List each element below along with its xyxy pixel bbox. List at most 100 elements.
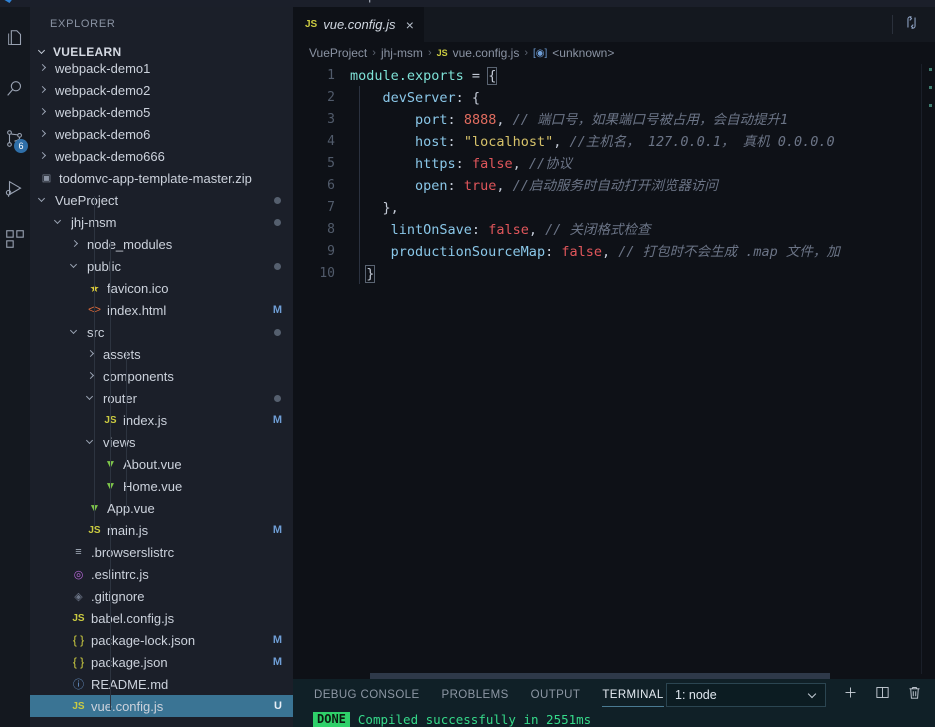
panel-tab-debug-console[interactable]: DEBUG CONSOLE <box>314 679 420 710</box>
tree-item-label: node_modules <box>87 236 173 252</box>
code-line-8[interactable]: 8 lintOnSave: false, // 关闭格式检查 <box>293 219 935 241</box>
chevron-right-icon[interactable] <box>86 369 99 384</box>
tree-item-label: .eslintrc.js <box>91 566 149 582</box>
code-line-4[interactable]: 4 host: "localhost", //主机名， 127.0.0.1， 真… <box>293 131 935 153</box>
tree-folder-webpack-demo6[interactable]: webpack-demo6 <box>30 123 293 145</box>
breadcrumb-item-file[interactable]: vue.config.js <box>453 46 520 60</box>
breadcrumb-item-symbol[interactable]: <unknown> <box>552 46 614 60</box>
split-terminal-button[interactable] <box>870 683 894 707</box>
code-line-3[interactable]: 3 port: 8888, // 端口号，如果端口号被占用，会自动提升1 <box>293 109 935 131</box>
editor-tab-vue-config-js[interactable]: JS vue.config.js × <box>293 7 424 42</box>
chevron-down-icon[interactable] <box>86 391 99 406</box>
close-icon[interactable]: × <box>406 17 414 33</box>
chevron-down-icon[interactable] <box>86 435 99 450</box>
menu-item-run[interactable]: Run <box>245 0 265 5</box>
panel-tab-problems[interactable]: PROBLEMS <box>442 679 509 710</box>
tree-folder-webpack-demo666[interactable]: webpack-demo666 <box>30 145 293 167</box>
tree-file-main-js[interactable]: JS main.js M <box>30 519 293 541</box>
chevron-right-icon[interactable] <box>86 347 99 362</box>
menu-item-selection[interactable]: Selection <box>100 0 145 5</box>
tree-folder-jhj-msm[interactable]: jhj-msm <box>30 211 293 233</box>
tree-item-label: webpack-demo666 <box>55 148 165 164</box>
tree-file-todomvc-app-template-master-zip[interactable]: ▣ todomvc-app-template-master.zip <box>30 167 293 189</box>
tree-file-eslintrc-js[interactable]: ◎ .eslintrc.js <box>30 563 293 585</box>
tree-file-index-js[interactable]: JSindex.jsM <box>30 409 293 431</box>
code-editor[interactable]: 1 module.exports = {2 devServer: {3 port:… <box>293 64 935 674</box>
chevron-down-icon[interactable] <box>70 325 83 340</box>
breadcrumb-item-folder[interactable]: jhj-msm <box>381 46 423 60</box>
tree-folder-src[interactable]: src <box>30 321 293 343</box>
activity-bar-item-explorer[interactable] <box>0 17 30 61</box>
files-icon <box>4 28 26 50</box>
tree-item-label: favicon.ico <box>107 280 169 296</box>
line-number: 1 <box>327 68 335 83</box>
tree-file-vue-config-js[interactable]: JS vue.config.js U <box>30 695 293 717</box>
code-line-6[interactable]: 6 open: true, //启动服务时自动打开浏览器访问 <box>293 175 935 197</box>
activity-bar-item-source-control[interactable]: 6 <box>0 117 30 161</box>
compare-changes-button[interactable] <box>895 7 927 42</box>
tree-file-gitignore[interactable]: ◈ .gitignore <box>30 585 293 607</box>
chevron-down-icon[interactable] <box>38 193 51 208</box>
terminal-output-text: Compiled successfully in 2551ms <box>357 712 592 727</box>
line-content: } <box>365 265 376 283</box>
menu-item-edit[interactable]: Edit <box>62 0 81 5</box>
tree-file-browserslistrc[interactable]: ≡ .browserslistrc <box>30 541 293 563</box>
breadcrumb-item-project[interactable]: VueProject <box>309 46 367 60</box>
tree-folder-public[interactable]: public <box>30 255 293 277</box>
tree-file-home-vue[interactable]: ▼Home.vue <box>30 475 293 497</box>
code-line-2[interactable]: 2 devServer: { <box>293 87 935 109</box>
menu-item-terminal[interactable]: Terminal <box>285 0 327 5</box>
json-icon: { } <box>72 633 85 647</box>
file-tree[interactable]: webpack-demo1 webpack-demo2 webpack-demo5 w… <box>30 63 293 727</box>
chevron-right-icon[interactable] <box>38 149 51 164</box>
tree-folder-webpack-demo2[interactable]: webpack-demo2 <box>30 79 293 101</box>
editor-tab-bar: JS vue.config.js × <box>293 7 935 42</box>
tree-file-app-vue[interactable]: ▼App.vue <box>30 497 293 519</box>
tree-file-readme-md[interactable]: ⓘ README.md <box>30 673 293 695</box>
panel-tab-output[interactable]: OUTPUT <box>531 679 581 710</box>
new-terminal-button[interactable] <box>838 683 862 707</box>
code-line-9[interactable]: 9 productionSourceMap: false, // 打包时不会生成… <box>293 241 935 263</box>
chevron-right-icon[interactable] <box>38 105 51 120</box>
chevron-right-icon[interactable] <box>38 63 51 76</box>
tree-folder-webpack-demo1[interactable]: webpack-demo1 <box>30 63 293 79</box>
code-line-10[interactable]: 10 } <box>293 263 935 285</box>
tree-file-index-html[interactable]: <>index.htmlM <box>30 299 293 321</box>
tree-file-package-json[interactable]: { } package.json M <box>30 651 293 673</box>
line-number: 7 <box>327 200 335 215</box>
tree-folder-assets[interactable]: assets <box>30 343 293 365</box>
terminal-selector[interactable]: 1: node <box>666 683 826 707</box>
tree-folder-components[interactable]: components <box>30 365 293 387</box>
activity-bar-item-search[interactable] <box>0 67 30 111</box>
tree-folder-views[interactable]: views <box>30 431 293 453</box>
line-number: 3 <box>327 112 335 127</box>
chevron-down-icon[interactable] <box>54 215 67 230</box>
editor-overview-ruler[interactable] <box>921 64 935 674</box>
tree-file-babel-config-js[interactable]: JS babel.config.js <box>30 607 293 629</box>
chevron-right-icon[interactable] <box>38 127 51 142</box>
chevron-down-icon[interactable] <box>70 259 83 274</box>
tree-file-package-lock-json[interactable]: { } package-lock.json M <box>30 629 293 651</box>
chevron-right-icon[interactable] <box>38 83 51 98</box>
menu-item-go[interactable]: Go <box>211 0 226 5</box>
explorer-root-folder[interactable]: VUELEARN <box>30 42 293 63</box>
menu-item-file[interactable]: File <box>24 0 42 5</box>
kill-terminal-button[interactable] <box>902 683 926 707</box>
activity-bar-item-extensions[interactable] <box>0 217 30 261</box>
menu-item-help[interactable]: Help <box>352 0 375 5</box>
tree-folder-vueproject[interactable]: VueProject <box>30 189 293 211</box>
code-line-7[interactable]: 7 }, <box>293 197 935 219</box>
tree-folder-webpack-demo5[interactable]: webpack-demo5 <box>30 101 293 123</box>
panel-tab-terminal[interactable]: TERMINAL <box>602 679 665 710</box>
chevron-right-icon[interactable] <box>70 237 83 252</box>
activity-bar-item-run-debug[interactable] <box>0 167 30 211</box>
tree-folder-node-modules[interactable]: node_modules <box>30 233 293 255</box>
js-icon: JS <box>72 701 85 712</box>
menu-item-view[interactable]: View <box>167 0 191 5</box>
run-debug-icon <box>4 178 26 200</box>
tree-folder-router[interactable]: router <box>30 387 293 409</box>
code-line-1[interactable]: 1 module.exports = { <box>293 65 935 87</box>
tree-file-about-vue[interactable]: ▼About.vue <box>30 453 293 475</box>
code-line-5[interactable]: 5 https: false, //协议 <box>293 153 935 175</box>
tree-file-favicon-ico[interactable]: ★favicon.ico <box>30 277 293 299</box>
